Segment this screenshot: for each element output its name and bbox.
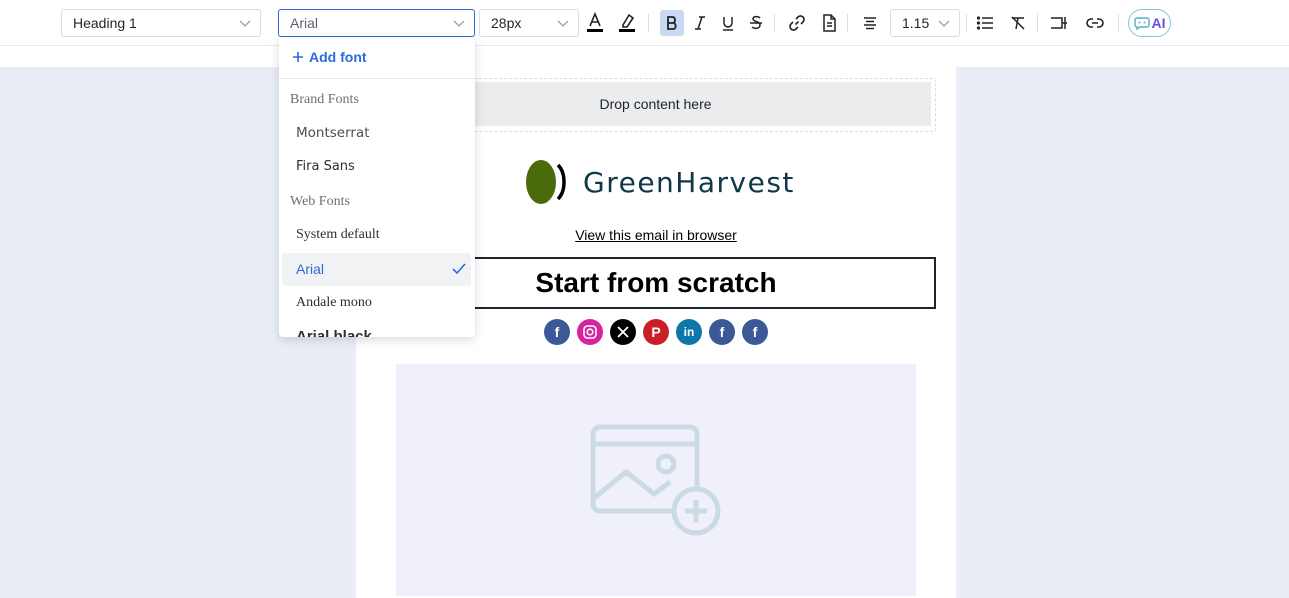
align-center-button[interactable] [858,10,882,36]
block-type-select[interactable]: Heading 1 [61,9,261,37]
font-option-arial[interactable]: Arial [282,253,471,286]
dropdown-divider [279,78,475,79]
font-family-dropdown: Add font Brand Fonts Montserrat Fira San… [279,37,475,337]
image-placeholder[interactable] [396,364,916,596]
chain-link-icon [1086,18,1104,28]
chevron-down-icon [453,20,465,27]
highlight-color-button[interactable] [615,10,639,36]
font-group-label: Brand Fonts [290,92,359,107]
facebook-icon[interactable]: f [742,319,768,345]
merge-tag-button[interactable] [817,10,841,36]
link-icon [789,15,805,31]
chevron-down-icon [938,20,950,27]
drop-zone-text: Drop content here [599,96,712,112]
align-center-icon [864,17,876,30]
unlink-button[interactable] [1083,10,1107,36]
editor-toolbar: Heading 1 Arial 28px 1.15 AI [0,0,1289,46]
pinterest-icon[interactable]: P [643,319,669,345]
font-option-andale-mono[interactable]: Andale mono [282,286,471,319]
font-group-label: Web Fonts [290,194,350,209]
strikethrough-button[interactable] [744,10,768,36]
instagram-icon[interactable] [577,319,603,345]
brand-logo[interactable]: GreenHarvest [521,159,795,205]
add-image-icon [590,424,721,536]
ai-brain-icon [1133,17,1150,30]
text-color-button[interactable] [583,10,607,36]
block-type-value: Heading 1 [73,15,137,31]
font-family-select[interactable]: Arial [278,9,475,37]
toolbar-divider [774,14,775,32]
clear-format-button[interactable] [1006,10,1030,36]
leaf-logo-icon [526,160,566,204]
link-button[interactable] [785,10,809,36]
chevron-down-icon [557,20,569,27]
font-family-value: Arial [290,15,319,31]
toolbar-divider [648,14,649,32]
add-font-label: Add font [309,49,367,65]
font-size-select[interactable]: 28px [479,9,579,37]
underline-icon [723,17,733,31]
toolbar-divider [966,14,967,32]
bold-icon [667,16,677,30]
font-option-arial-black[interactable]: Arial black [282,320,471,337]
italic-icon [695,16,705,30]
text-direction-icon [1051,17,1067,29]
text-color-icon [587,12,603,32]
font-option-montserrat[interactable]: Montserrat [282,117,471,150]
facebook-icon[interactable]: f [544,319,570,345]
font-option-fira-sans[interactable]: Fira Sans [282,150,471,183]
x-icon[interactable] [610,319,636,345]
text-direction-button[interactable] [1047,10,1071,36]
social-links: f P in f f [544,319,768,345]
font-option-label: Arial [296,261,325,277]
font-option-system-default[interactable]: System default [282,218,471,251]
bulleted-list-button[interactable] [973,10,997,36]
highlighter-icon [619,13,635,32]
facebook-icon[interactable]: f [709,319,735,345]
underline-button[interactable] [716,10,740,36]
italic-button[interactable] [688,10,712,36]
linkedin-icon[interactable]: in [676,319,702,345]
document-icon [823,14,836,32]
line-height-select[interactable]: 1.15 [890,9,960,37]
heading-text: Start from scratch [535,267,777,298]
brand-name: GreenHarvest [583,165,795,199]
font-size-value: 28px [491,15,522,31]
ai-assistant-button[interactable]: AI [1128,9,1171,37]
chevron-down-icon [239,20,251,27]
check-icon [452,263,466,275]
bold-button[interactable] [660,10,684,36]
ai-label: AI [1151,15,1166,31]
clear-format-icon [1011,16,1025,30]
add-font-button[interactable]: Add font [292,49,367,65]
list-icon [976,16,993,30]
plus-icon [293,52,303,62]
strikethrough-icon [750,15,762,30]
toolbar-divider [847,14,848,32]
line-height-value: 1.15 [902,15,930,31]
toolbar-divider [1118,14,1119,32]
toolbar-divider [1037,14,1038,32]
